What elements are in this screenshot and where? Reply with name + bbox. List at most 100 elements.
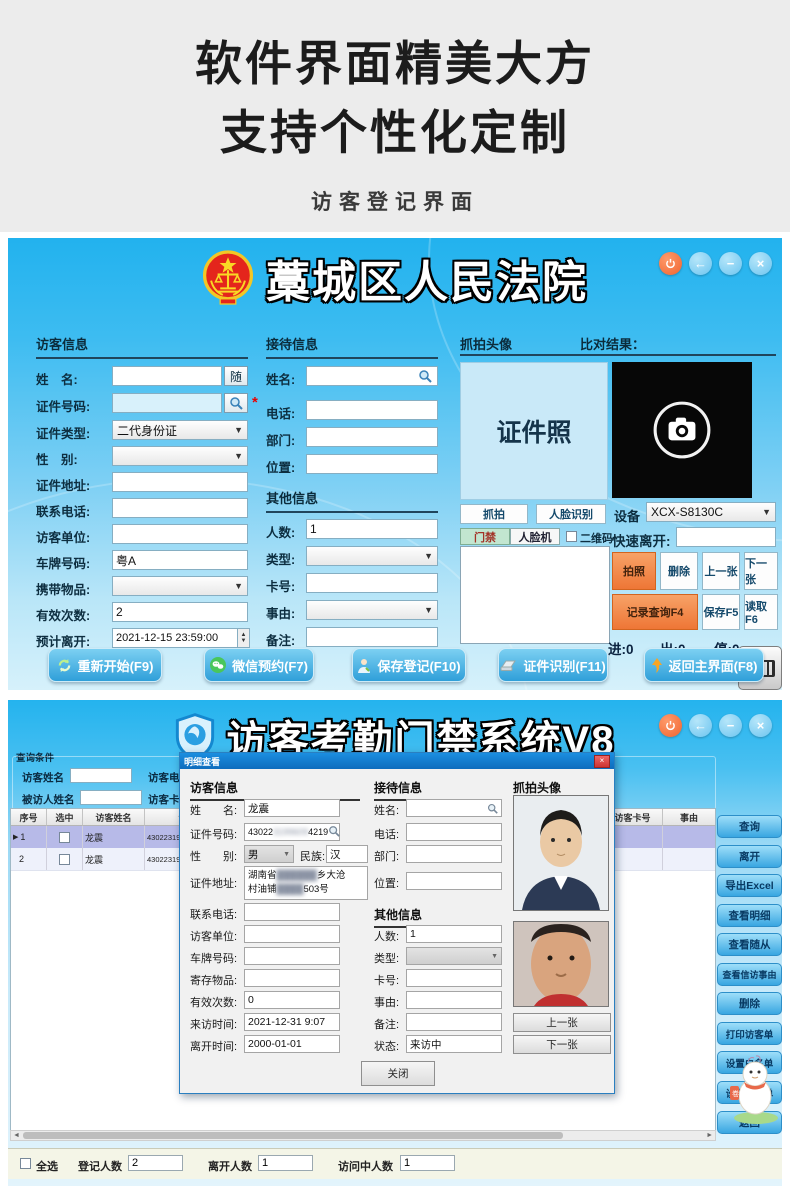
valid-times-input[interactable]: [112, 602, 248, 622]
remark-input[interactable]: [306, 627, 438, 647]
query-visitor-name-input[interactable]: [70, 768, 132, 783]
dlg-reason-input[interactable]: [406, 991, 502, 1009]
random-button[interactable]: 随: [224, 366, 248, 386]
face-recognition-button[interactable]: 人脸识别: [536, 504, 606, 524]
next-photo-button[interactable]: 下一张: [744, 552, 778, 590]
dialog-titlebar[interactable]: 明细查看 ×: [180, 753, 614, 769]
select-all-checkbox[interactable]: [20, 1158, 31, 1169]
read-f6-button[interactable]: 读取F6: [744, 594, 778, 630]
sidebar-leave-button[interactable]: 离开: [717, 845, 782, 868]
dlg-card-input[interactable]: [406, 969, 502, 987]
type-select[interactable]: ▼: [306, 546, 438, 566]
col-header-selected[interactable]: 选中: [47, 809, 83, 826]
dlg-type-select[interactable]: ▼: [406, 947, 502, 965]
take-photo-button[interactable]: 拍照: [612, 552, 656, 590]
id-number-input[interactable]: [112, 393, 222, 413]
magnifier-icon[interactable]: [418, 369, 432, 383]
dlg-deposit-input[interactable]: [244, 969, 340, 987]
dialog-close-button[interactable]: 关闭: [361, 1061, 435, 1086]
power-button[interactable]: [659, 714, 682, 737]
id-type-select[interactable]: 二代身份证▼: [112, 420, 248, 440]
dlg-times-input[interactable]: 0: [244, 991, 340, 1009]
col-header-name[interactable]: 访客姓名: [83, 809, 145, 826]
dlg-unit-input[interactable]: [244, 925, 340, 943]
dlg-name-input[interactable]: 龙震: [244, 799, 340, 817]
dlg-plate-input[interactable]: [244, 947, 340, 965]
minimize-button[interactable]: −: [719, 252, 742, 275]
sidebar-print-visitor-slip-button[interactable]: 打印访客单: [717, 1022, 782, 1045]
visiting-count-input[interactable]: [400, 1155, 455, 1171]
device-list-box[interactable]: [460, 546, 610, 644]
record-query-button[interactable]: 记录查询F4: [612, 594, 698, 630]
col-header-no[interactable]: 序号: [11, 809, 47, 826]
id-scan-button[interactable]: 证件识别(F11): [498, 648, 608, 682]
dlg-phone-input[interactable]: [244, 903, 340, 921]
wechat-booking-button[interactable]: 微信预约(F7): [204, 648, 314, 682]
col-header-reason[interactable]: 事由: [663, 809, 715, 826]
reception-position-input[interactable]: [306, 454, 438, 474]
visitor-unit-input[interactable]: [112, 524, 248, 544]
gender-select[interactable]: ▼: [112, 446, 248, 466]
dlg-rec-pos-input[interactable]: [406, 872, 502, 890]
people-count-input[interactable]: [306, 519, 438, 539]
tab-door-access[interactable]: 门禁: [460, 528, 510, 545]
close-button[interactable]: ×: [749, 714, 772, 737]
back-to-main-button[interactable]: 返回主界面(F8): [644, 648, 764, 682]
snap-button[interactable]: 抓拍: [460, 504, 528, 524]
dlg-address-input[interactable]: 湖南省██████乡大沧 村油铺████503号: [244, 866, 368, 900]
dialog-prev-photo-button[interactable]: 上一张: [513, 1013, 611, 1032]
sidebar-view-petition-reason-button[interactable]: 查看信访事由: [717, 963, 782, 986]
name-input[interactable]: [112, 366, 222, 386]
scroll-right-icon[interactable]: ►: [706, 1131, 713, 1141]
restart-button[interactable]: 重新开始(F9): [48, 648, 162, 682]
dlg-visit-time-input[interactable]: 2021-12-31 9:07: [244, 1013, 340, 1031]
dlg-remark-input[interactable]: [406, 1013, 502, 1031]
expected-leave-input[interactable]: [112, 628, 238, 648]
dlg-rec-phone-input[interactable]: [406, 823, 502, 841]
left-count-input[interactable]: [258, 1155, 313, 1171]
scroll-left-icon[interactable]: ◄: [13, 1131, 20, 1141]
dlg-count-input[interactable]: 1: [406, 925, 502, 943]
dlg-status-input[interactable]: 来访中: [406, 1035, 502, 1053]
tab-face-machine[interactable]: 人脸机: [510, 528, 560, 545]
dlg-leave-time-input[interactable]: 2000-01-01: [244, 1035, 340, 1053]
carried-items-select[interactable]: ▼: [112, 576, 248, 596]
quick-leave-input[interactable]: [676, 527, 776, 547]
id-search-button[interactable]: [224, 393, 248, 413]
close-button[interactable]: ×: [749, 252, 772, 275]
back-button[interactable]: ←: [689, 714, 712, 737]
sidebar-view-followers-button[interactable]: 查看随从: [717, 933, 782, 956]
sidebar-delete-button[interactable]: 删除: [717, 992, 782, 1015]
row-checkbox[interactable]: [59, 832, 70, 843]
minimize-button[interactable]: −: [719, 714, 742, 737]
query-host-name-input[interactable]: [80, 790, 142, 805]
sidebar-query-button[interactable]: 查询: [717, 815, 782, 838]
registered-count-input[interactable]: [128, 1155, 183, 1171]
contact-phone-input[interactable]: [112, 498, 248, 518]
sidebar-view-detail-button[interactable]: 查看明细: [717, 904, 782, 927]
dlg-rec-dept-input[interactable]: [406, 845, 502, 863]
qr-checkbox[interactable]: [566, 531, 577, 542]
sidebar-export-excel-button[interactable]: 导出Excel: [717, 874, 782, 897]
reception-dept-input[interactable]: [306, 427, 438, 447]
back-button[interactable]: ←: [689, 252, 712, 275]
save-f5-button[interactable]: 保存F5: [702, 594, 740, 630]
id-address-input[interactable]: [112, 472, 248, 492]
reason-select[interactable]: ▼: [306, 600, 438, 620]
card-number-input[interactable]: [306, 573, 438, 593]
reception-phone-input[interactable]: [306, 400, 438, 420]
dlg-nation-input[interactable]: 汉: [326, 845, 368, 863]
device-select[interactable]: XCX-S8130C▼: [646, 502, 776, 522]
dialog-close-icon[interactable]: ×: [594, 755, 610, 768]
magnifier-icon[interactable]: [328, 825, 340, 837]
row-checkbox[interactable]: [59, 854, 70, 865]
power-button[interactable]: [659, 252, 682, 275]
save-registration-button[interactable]: 保存登记(F10): [352, 648, 466, 682]
scrollbar-thumb[interactable]: [23, 1132, 563, 1139]
dlg-rec-name-input[interactable]: [406, 799, 502, 817]
horizontal-scrollbar[interactable]: ◄ ►: [10, 1130, 716, 1141]
delete-photo-button[interactable]: 删除: [660, 552, 698, 590]
dialog-next-photo-button[interactable]: 下一张: [513, 1035, 611, 1054]
dlg-gender-select[interactable]: 男▼: [244, 845, 294, 863]
dlg-id-input[interactable]: 4302231996094219: [244, 823, 340, 841]
